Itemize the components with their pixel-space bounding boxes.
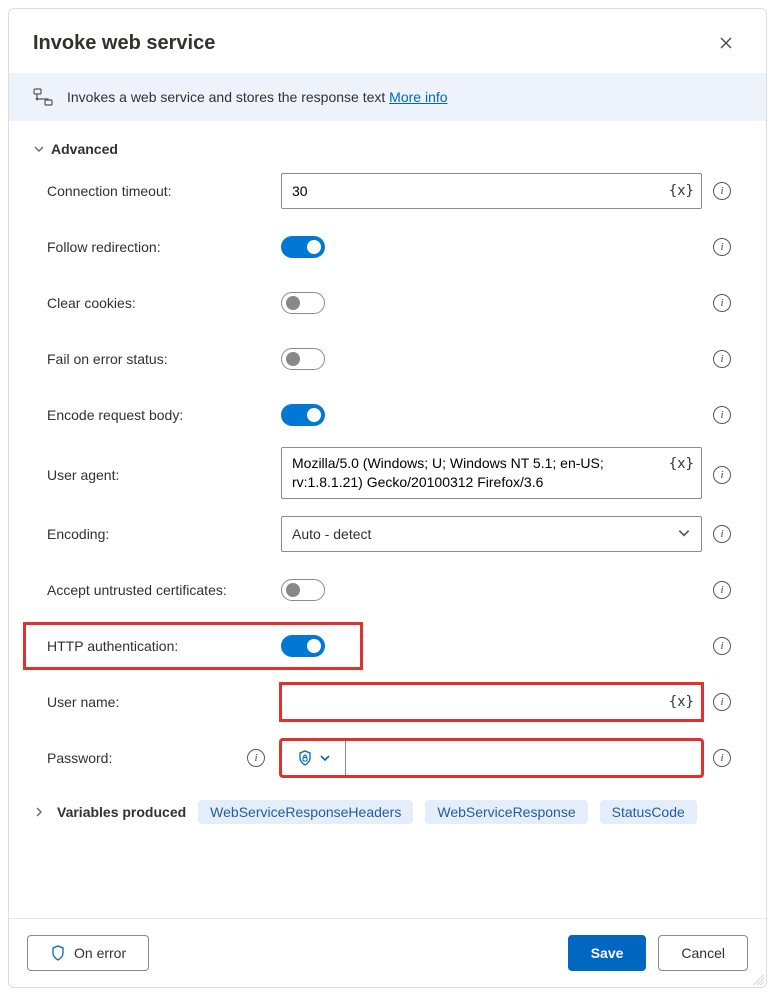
info-icon[interactable]: i <box>713 466 731 484</box>
label-user-agent: User agent: <box>33 467 281 483</box>
dialog-footer: On error Save Cancel <box>9 918 766 987</box>
label-follow-redirection: Follow redirection: <box>33 239 281 255</box>
clear-cookies-toggle[interactable] <box>281 292 325 314</box>
info-icon[interactable]: i <box>713 749 731 767</box>
banner-desc: Invokes a web service and stores the res… <box>67 89 385 105</box>
password-field-wrap <box>281 740 702 776</box>
close-button[interactable] <box>710 27 742 59</box>
variable-pill[interactable]: WebServiceResponse <box>425 800 587 824</box>
chevron-down-icon <box>33 143 45 155</box>
user-name-input[interactable] <box>281 684 702 720</box>
label-variables-produced: Variables produced <box>57 804 186 820</box>
input-wrap-connection-timeout: {x} <box>281 173 702 209</box>
input-wrap-user-name: {x} <box>281 684 702 720</box>
close-icon <box>718 35 734 51</box>
description-banner: Invokes a web service and stores the res… <box>9 73 766 121</box>
chevron-down-icon <box>677 526 691 543</box>
info-icon[interactable]: i <box>713 238 731 256</box>
row-http-auth: HTTP authentication: <box>33 618 355 674</box>
row-encode-request: Encode request body: i <box>33 387 742 443</box>
input-wrap-user-agent: {x} <box>281 447 702 502</box>
resize-grip[interactable] <box>750 971 764 985</box>
cancel-button[interactable]: Cancel <box>658 935 748 971</box>
banner-text: Invokes a web service and stores the res… <box>67 89 448 105</box>
password-input[interactable] <box>346 741 701 775</box>
info-icon[interactable]: i <box>713 581 731 599</box>
follow-redirection-toggle[interactable] <box>281 236 325 258</box>
row-connection-timeout: Connection timeout: {x} i <box>33 163 742 219</box>
chevron-down-icon <box>319 752 331 764</box>
shield-lock-icon <box>297 750 313 766</box>
webservice-icon <box>33 87 53 107</box>
section-advanced-header[interactable]: Advanced <box>33 131 742 163</box>
info-icon[interactable]: i <box>713 525 731 543</box>
row-fail-on-error: Fail on error status: i <box>33 331 742 387</box>
dialog-title: Invoke web service <box>33 32 215 55</box>
info-icon[interactable]: i <box>713 350 731 368</box>
row-clear-cookies: Clear cookies: i <box>33 275 742 331</box>
connection-timeout-input[interactable] <box>281 173 702 209</box>
row-encoding: Encoding: Auto - detect i <box>33 506 742 562</box>
more-info-link[interactable]: More info <box>389 89 447 105</box>
label-http-auth: HTTP authentication: <box>33 638 281 654</box>
info-icon[interactable]: i <box>713 182 731 200</box>
http-auth-toggle[interactable] <box>281 635 325 657</box>
dialog: Invoke web service Invokes a web service… <box>8 8 767 988</box>
save-button[interactable]: Save <box>568 935 647 971</box>
label-password: Password: <box>47 750 112 766</box>
label-connection-timeout: Connection timeout: <box>33 183 281 199</box>
label-encode-request: Encode request body: <box>33 407 281 423</box>
label-clear-cookies: Clear cookies: <box>33 295 281 311</box>
info-icon[interactable]: i <box>713 637 731 655</box>
info-icon[interactable]: i <box>247 749 265 767</box>
row-accept-untrusted: Accept untrusted certificates: i <box>33 562 742 618</box>
user-agent-input[interactable] <box>281 447 702 499</box>
encoding-value: Auto - detect <box>292 526 371 542</box>
label-encoding: Encoding: <box>33 526 281 542</box>
row-user-name: User name: {x} i <box>33 674 742 730</box>
label-user-name: User name: <box>33 694 281 710</box>
section-advanced-label: Advanced <box>51 141 118 157</box>
variable-pill[interactable]: StatusCode <box>600 800 697 824</box>
encoding-select[interactable]: Auto - detect <box>281 516 702 552</box>
dialog-header: Invoke web service <box>9 9 766 73</box>
row-follow-redirection: Follow redirection: i <box>33 219 742 275</box>
chevron-right-icon[interactable] <box>33 806 45 818</box>
info-icon[interactable]: i <box>713 406 731 424</box>
password-mode-selector[interactable] <box>282 741 346 775</box>
dialog-body: Advanced Connection timeout: {x} i Follo… <box>9 121 766 918</box>
fail-on-error-toggle[interactable] <box>281 348 325 370</box>
row-variables-produced: Variables produced WebServiceResponseHea… <box>33 786 742 832</box>
row-password: Password: i i <box>33 730 742 786</box>
label-accept-untrusted: Accept untrusted certificates: <box>33 582 281 598</box>
encode-request-toggle[interactable] <box>281 404 325 426</box>
on-error-label: On error <box>74 945 126 961</box>
accept-untrusted-toggle[interactable] <box>281 579 325 601</box>
save-label: Save <box>591 945 624 961</box>
variable-pill[interactable]: WebServiceResponseHeaders <box>198 800 413 824</box>
on-error-button[interactable]: On error <box>27 935 149 971</box>
info-icon[interactable]: i <box>713 294 731 312</box>
row-user-agent: User agent: {x} i <box>33 443 742 506</box>
info-icon[interactable]: i <box>713 693 731 711</box>
shield-icon <box>50 945 66 961</box>
label-fail-on-error: Fail on error status: <box>33 351 281 367</box>
cancel-label: Cancel <box>681 945 725 961</box>
